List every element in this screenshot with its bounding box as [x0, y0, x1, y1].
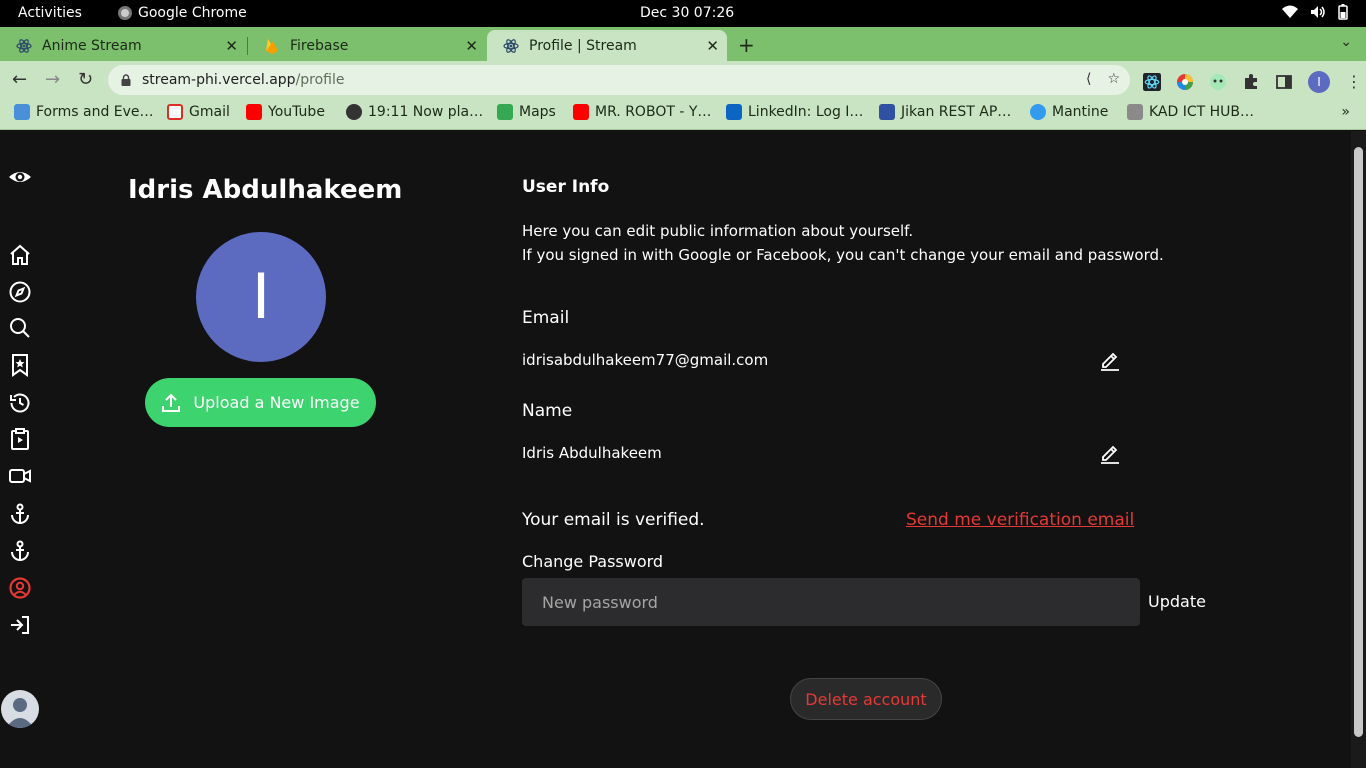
name-label: Name: [522, 401, 573, 421]
delete-account-button[interactable]: Delete account: [790, 678, 942, 720]
app-name: Google Chrome: [138, 5, 247, 21]
forward-icon[interactable]: →: [45, 69, 60, 90]
wifi-icon: [1282, 5, 1298, 18]
kad-icon: [1127, 104, 1143, 120]
app-viewport: Idris Abdulhakeem I Upload a New Image U…: [0, 131, 1366, 768]
tab-search-chevron-icon[interactable]: ⌄: [1340, 34, 1352, 50]
back-icon[interactable]: ←: [12, 69, 27, 90]
upload-image-button[interactable]: Upload a New Image: [145, 378, 376, 427]
globe-icon: [346, 104, 362, 120]
update-password-button[interactable]: Update: [1148, 592, 1206, 611]
upload-icon: [162, 393, 181, 412]
eye-icon[interactable]: [8, 165, 32, 189]
edit-email-pencil-icon[interactable]: [1099, 349, 1121, 371]
bookmarks-bar: Forms and Eve… Gmail YouTube 19:11 Now p…: [0, 98, 1366, 130]
bookmark-item[interactable]: Mantine: [1030, 104, 1108, 120]
activities-button[interactable]: Activities: [18, 5, 82, 21]
extension-face-icon[interactable]: [1209, 73, 1227, 91]
bookmarks-overflow-icon[interactable]: »: [1341, 104, 1350, 120]
bookmark-star-icon[interactable]: ☆: [1107, 71, 1120, 87]
close-icon[interactable]: ✕: [225, 37, 238, 55]
tab-label: Firebase: [290, 37, 349, 54]
user-info-description: Here you can edit public information abo…: [522, 222, 1164, 264]
tab-label: Anime Stream: [42, 37, 142, 54]
tab-label: Profile | Stream: [529, 37, 637, 54]
lock-icon: [121, 74, 131, 86]
page-scrollbar[interactable]: [1351, 131, 1366, 768]
bookmark-item[interactable]: MR. ROBOT - Y…: [573, 104, 711, 120]
youtube-icon: [573, 104, 589, 120]
compass-icon[interactable]: [8, 280, 32, 304]
youtube-icon: [246, 104, 262, 120]
tab-firebase[interactable]: Firebase ✕: [248, 30, 486, 61]
mantine-icon: [1030, 104, 1046, 120]
send-verification-link[interactable]: Send me verification email: [906, 510, 1134, 530]
address-bar[interactable]: stream-phi.vercel.app/profile ⟨ ☆: [108, 65, 1130, 95]
profile-avatar: I: [196, 232, 326, 362]
email-label: Email: [522, 308, 570, 328]
app-menu[interactable]: Google Chrome: [118, 5, 247, 21]
video-camera-icon[interactable]: [8, 464, 32, 488]
firebase-icon: [264, 38, 280, 54]
bookmark-item[interactable]: 19:11 Now pla…: [346, 104, 483, 120]
anchor-icon[interactable]: [8, 502, 32, 526]
extensions-area: I ⋮: [1143, 71, 1363, 93]
bookmark-item[interactable]: Forms and Eve…: [14, 104, 154, 120]
clock[interactable]: Dec 30 07:26: [640, 5, 734, 21]
react-icon: [503, 38, 519, 54]
browser-profile-avatar[interactable]: I: [1308, 71, 1330, 93]
browser-toolbar: ← → ↻ stream-phi.vercel.app/profile ⟨ ☆ …: [0, 61, 1366, 98]
side-panel-icon[interactable]: [1275, 73, 1293, 91]
react-devtools-icon[interactable]: [1143, 73, 1161, 91]
close-icon[interactable]: ✕: [706, 37, 719, 55]
history-icon[interactable]: [8, 391, 32, 415]
user-info-title: User Info: [522, 177, 610, 197]
anchor-icon[interactable]: [8, 539, 32, 563]
name-value: Idris Abdulhakeem: [522, 444, 662, 462]
bookmark-item[interactable]: Jikan REST AP…: [879, 104, 1011, 120]
tab-profile-stream[interactable]: Profile | Stream ✕: [487, 30, 727, 61]
search-icon[interactable]: [8, 316, 32, 340]
logout-icon[interactable]: [8, 613, 32, 637]
user-avatar[interactable]: [1, 690, 39, 728]
email-verified-status: Your email is verified.: [522, 510, 705, 530]
bookmark-item[interactable]: Gmail: [167, 104, 230, 120]
react-icon: [16, 38, 32, 54]
bookmark-item[interactable]: YouTube: [246, 104, 325, 120]
bookmark-star-icon[interactable]: [8, 353, 32, 377]
reload-icon[interactable]: ↻: [78, 69, 93, 90]
system-tray[interactable]: [1282, 4, 1348, 20]
forms-icon: [14, 104, 30, 120]
new-password-input[interactable]: [522, 578, 1140, 626]
battery-icon: [1338, 4, 1348, 20]
volume-icon: [1311, 6, 1325, 18]
url-text: stream-phi.vercel.app/profile: [142, 72, 345, 88]
linkedin-icon: [726, 104, 742, 120]
bookmark-item[interactable]: Maps: [497, 104, 556, 120]
profile-name: Idris Abdulhakeem: [128, 175, 403, 205]
bookmark-item[interactable]: KAD ICT HUB…: [1127, 104, 1254, 120]
clipboard-play-icon[interactable]: [8, 427, 32, 451]
more-menu-icon[interactable]: ⋮: [1345, 73, 1363, 91]
chrome-icon: [118, 6, 132, 20]
scrollbar-thumb[interactable]: [1354, 147, 1363, 737]
close-icon[interactable]: ✕: [465, 37, 478, 55]
email-value: idrisabdulhakeem77@gmail.com: [522, 351, 769, 369]
tab-anime-stream[interactable]: Anime Stream ✕: [0, 30, 246, 61]
change-password-label: Change Password: [522, 552, 664, 571]
gmail-icon: [167, 104, 183, 120]
app-sidebar: [0, 131, 40, 768]
user-circle-icon[interactable]: [8, 576, 32, 600]
puzzle-icon[interactable]: [1242, 73, 1260, 91]
edit-name-pencil-icon[interactable]: [1099, 442, 1121, 464]
system-top-bar: Activities Google Chrome Dec 30 07:26: [0, 0, 1366, 27]
jikan-icon: [879, 104, 895, 120]
maps-icon: [497, 104, 513, 120]
upload-label: Upload a New Image: [193, 393, 360, 412]
share-icon[interactable]: ⟨: [1086, 71, 1091, 87]
bookmark-item[interactable]: LinkedIn: Log I…: [726, 104, 863, 120]
home-icon[interactable]: [8, 243, 32, 267]
new-tab-button[interactable]: +: [738, 33, 755, 57]
color-picker-icon[interactable]: [1176, 73, 1194, 91]
